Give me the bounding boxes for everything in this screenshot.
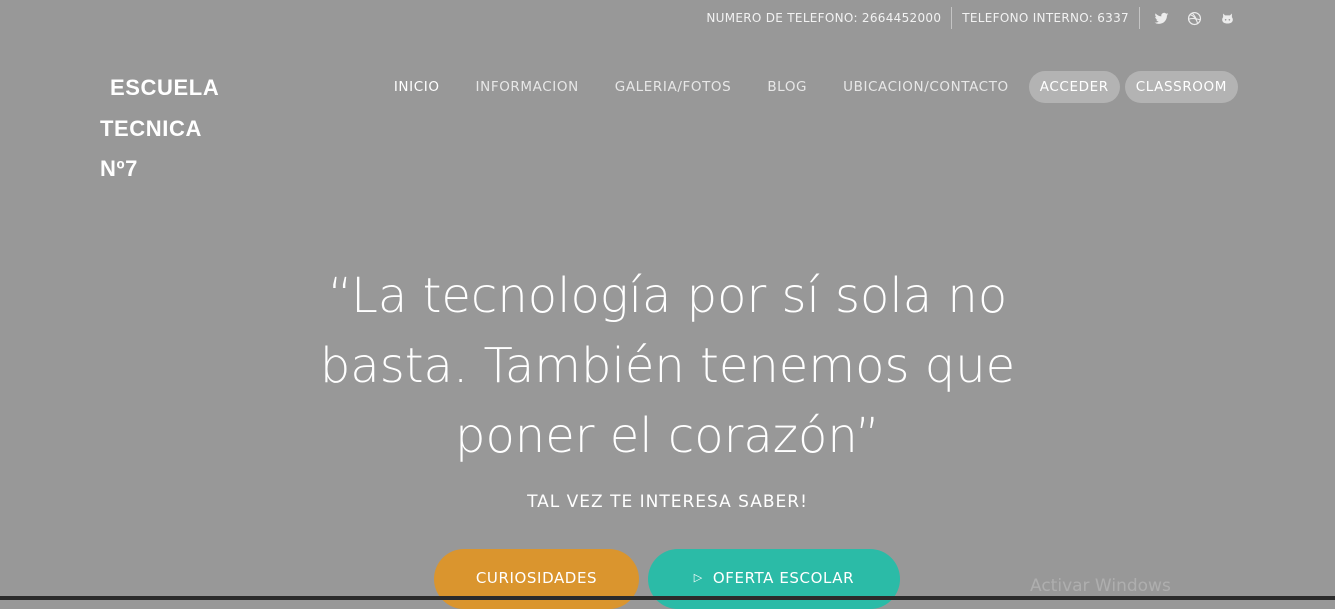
nav-ubicacion-contacto[interactable]: UBICACION/CONTACTO xyxy=(843,79,1009,95)
nav-blog[interactable]: BLOG xyxy=(767,79,807,95)
curiosidades-button[interactable]: CURIOSIDADES xyxy=(434,549,639,609)
top-info-bar: NUMERO DE TELEFONO: 2664452000 TELEFONO … xyxy=(696,6,1235,30)
oferta-escolar-label: OFERTA ESCOLAR xyxy=(712,569,855,587)
acceder-button[interactable]: ACCEDER xyxy=(1028,71,1120,103)
logo-line-2: TECNICA xyxy=(100,115,202,141)
twitter-icon[interactable] xyxy=(1154,11,1169,26)
social-icons xyxy=(1140,11,1235,26)
play-icon: ▷ xyxy=(693,571,703,584)
logo-line-1: ESCUELA xyxy=(110,75,220,100)
hero-quote-text: “La tecnología por sí sola no basta. Tam… xyxy=(319,268,1016,464)
logo-line-3: Nº7 xyxy=(100,156,138,181)
hero-quote: “La tecnología por sí sola no basta. Tam… xyxy=(0,261,1335,471)
bottom-edge xyxy=(0,596,1335,600)
dribbble-icon[interactable] xyxy=(1187,11,1202,26)
internal-phone-text: TELEFONO INTERNO: 6337 xyxy=(962,11,1129,25)
hero-subtitle: TAL VEZ TE INTERESA SABER! xyxy=(527,492,808,512)
classroom-button[interactable]: CLASSROOM xyxy=(1124,71,1238,103)
github-icon[interactable] xyxy=(1220,11,1235,26)
oferta-escolar-button[interactable]: ▷ OFERTA ESCOLAR xyxy=(648,549,900,609)
phone-number-text: NUMERO DE TELEFONO: 2664452000 xyxy=(706,11,942,25)
nav-informacion[interactable]: INFORMACION xyxy=(476,79,579,95)
main-nav: INICIO INFORMACION GALERIA/FOTOS BLOG UB… xyxy=(358,71,1238,103)
nav-inicio[interactable]: INICIO xyxy=(394,79,440,95)
nav-galeria[interactable]: GALERIA/FOTOS xyxy=(615,79,732,95)
site-logo[interactable]: ESCUELA TECNICA Nº7 xyxy=(100,68,240,190)
curiosidades-label: CURIOSIDADES xyxy=(475,569,598,587)
windows-activation-watermark: Activar Windows xyxy=(1030,576,1171,596)
